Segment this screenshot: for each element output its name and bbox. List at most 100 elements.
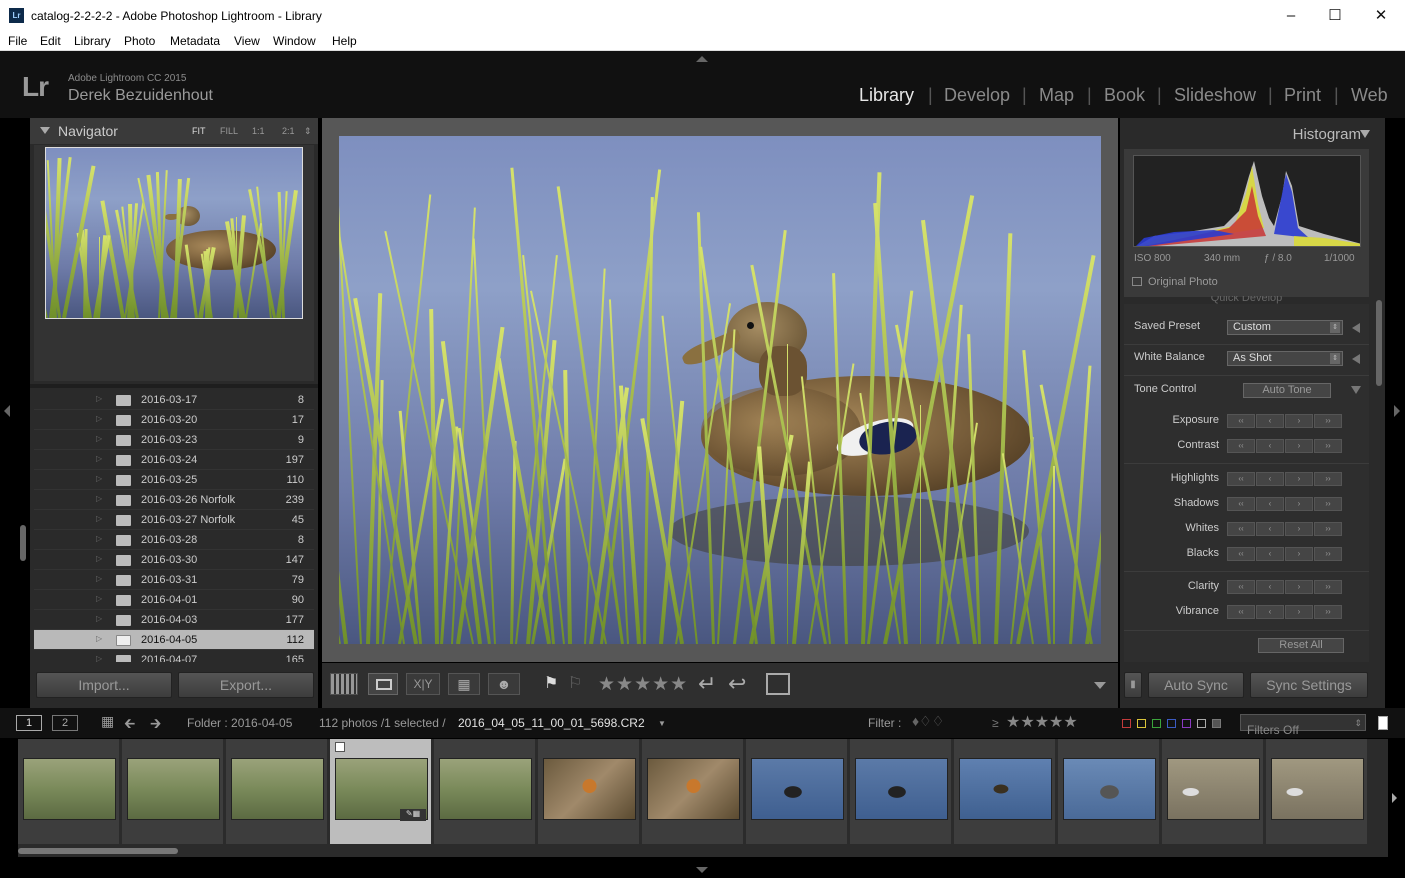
left-panel-toggle-icon[interactable] (4, 405, 10, 417)
menu-metadata[interactable]: Metadata (170, 34, 220, 48)
folder-expand-icon[interactable]: ▷ (96, 554, 102, 563)
filmstrip-cell[interactable] (1058, 739, 1160, 844)
color-label-blue-icon[interactable] (1167, 719, 1176, 728)
survey-view-icon[interactable]: ▦ (448, 673, 480, 695)
double-right-step-icon[interactable]: ›› (1314, 414, 1342, 428)
folder-row[interactable]: ▷ 2016-03-17 8 (34, 390, 314, 410)
compare-view-icon[interactable]: X|Y (406, 673, 440, 695)
folder-expand-icon[interactable]: ▷ (96, 594, 102, 603)
right-step-icon[interactable]: › (1285, 472, 1313, 486)
left-step-icon[interactable]: ‹ (1256, 547, 1284, 561)
double-right-step-icon[interactable]: ›› (1314, 547, 1342, 561)
original-photo-toggle[interactable]: Original Photo (1132, 276, 1218, 288)
histogram-graph[interactable] (1133, 155, 1361, 247)
folder-row[interactable]: ▷ 2016-04-01 90 (34, 590, 314, 610)
folder-expand-icon[interactable]: ▷ (96, 474, 102, 483)
filmstrip-thumbnail[interactable] (127, 758, 220, 820)
left-step-icon[interactable]: ‹ (1256, 580, 1284, 594)
folder-row[interactable]: ▷ 2016-04-05 112 (34, 630, 314, 650)
color-label-custom-icon[interactable] (1197, 719, 1206, 728)
filmstrip-cell[interactable] (642, 739, 744, 844)
reset-all-button[interactable]: Reset All (1258, 638, 1344, 653)
folder-expand-icon[interactable]: ▷ (96, 514, 102, 523)
filmstrip-thumbnail[interactable] (647, 758, 740, 820)
rating-operator[interactable]: ≥ (992, 716, 999, 730)
primary-display-button[interactable]: 1 (16, 715, 42, 731)
crop-overlay-icon[interactable] (766, 673, 790, 695)
main-photo[interactable] (339, 136, 1101, 644)
folder-row[interactable]: ▷ 2016-03-31 79 (34, 570, 314, 590)
filename-dropdown-icon[interactable]: ▼ (658, 719, 666, 728)
filmstrip-cell[interactable] (1266, 739, 1368, 844)
rating-filter-stars[interactable]: ★★★★★ (1006, 712, 1078, 732)
white-balance-select[interactable]: As Shot ⇕ (1227, 351, 1343, 366)
auto-sync-button[interactable]: Auto Sync (1148, 672, 1244, 698)
toolbar-options-icon[interactable] (1094, 682, 1106, 689)
saved-preset-select[interactable]: Custom ⇕ (1227, 320, 1343, 335)
flag-filter-icons[interactable]: ♦♢♢ (912, 713, 944, 730)
right-step-icon[interactable]: › (1285, 414, 1313, 428)
collapse-triangle-icon[interactable] (1351, 386, 1361, 394)
navigator-preview-image[interactable] (45, 147, 303, 319)
folder-expand-icon[interactable]: ▷ (96, 654, 102, 662)
color-label-purple-icon[interactable] (1182, 719, 1191, 728)
expand-triangle-icon[interactable] (1352, 354, 1360, 364)
menu-help[interactable]: Help (332, 34, 357, 48)
navigator-header[interactable]: Navigator FIT FILL 1:1 2:1 ⇕ (30, 118, 318, 144)
folder-row[interactable]: ▷ 2016-03-20 17 (34, 410, 314, 430)
filmstrip-thumbnail[interactable] (1063, 758, 1156, 820)
filmstrip-cell[interactable] (954, 739, 1056, 844)
source-folder-label[interactable]: Folder : 2016-04-05 (187, 716, 292, 730)
filmstrip-cell[interactable] (538, 739, 640, 844)
grid-view-icon[interactable] (330, 673, 358, 695)
histogram-header[interactable]: Histogram (1120, 118, 1385, 148)
filmstrip-cell[interactable] (434, 739, 536, 844)
left-step-icon[interactable]: ‹ (1256, 522, 1284, 536)
close-button[interactable]: ✕ (1358, 0, 1404, 31)
double-left-step-icon[interactable]: ‹‹ (1227, 414, 1255, 428)
left-step-icon[interactable]: ‹ (1256, 439, 1284, 453)
right-step-icon[interactable]: › (1285, 439, 1313, 453)
double-right-step-icon[interactable]: ›› (1314, 580, 1342, 594)
double-left-step-icon[interactable]: ‹‹ (1227, 605, 1255, 619)
import-button[interactable]: Import... (36, 672, 172, 698)
folder-expand-icon[interactable]: ▷ (96, 574, 102, 583)
double-right-step-icon[interactable]: ›› (1314, 522, 1342, 536)
filmstrip-thumbnail[interactable] (855, 758, 948, 820)
module-library[interactable]: Library (859, 85, 914, 106)
folder-row[interactable]: ▷ 2016-03-23 9 (34, 430, 314, 450)
color-label-red-icon[interactable] (1122, 719, 1131, 728)
grid-icon[interactable]: ▦ (101, 713, 114, 730)
double-left-step-icon[interactable]: ‹‹ (1227, 522, 1255, 536)
folder-expand-icon[interactable]: ▷ (96, 454, 102, 463)
double-right-step-icon[interactable]: ›› (1314, 497, 1342, 511)
filter-lock-icon[interactable] (1378, 716, 1388, 730)
menu-view[interactable]: View (234, 34, 260, 48)
flag-reject-icon[interactable]: ⚐ (568, 673, 582, 693)
filmstrip-cell[interactable] (850, 739, 952, 844)
color-label-yellow-icon[interactable] (1137, 719, 1146, 728)
menu-edit[interactable]: Edit (40, 34, 61, 48)
people-view-icon[interactable]: ☻ (488, 673, 520, 695)
left-step-icon[interactable]: ‹ (1256, 497, 1284, 511)
filmstrip-thumbnail[interactable] (543, 758, 636, 820)
folder-row[interactable]: ▷ 2016-03-24 197 (34, 450, 314, 470)
module-book[interactable]: Book (1104, 85, 1145, 106)
filmstrip-thumbnail[interactable] (23, 758, 116, 820)
expand-triangle-icon[interactable] (1352, 323, 1360, 333)
left-panel-scrollbar[interactable] (20, 525, 26, 561)
filter-preset-select[interactable]: Filters Off ⇕ (1240, 714, 1366, 737)
filmstrip-cell[interactable] (122, 739, 224, 844)
rotate-left-icon[interactable]: ↵ (698, 671, 716, 697)
filmstrip-scrollbar[interactable] (18, 848, 178, 854)
menu-window[interactable]: Window (273, 34, 316, 48)
right-step-icon[interactable]: › (1285, 497, 1313, 511)
bottom-panel-toggle-icon[interactable] (696, 867, 708, 873)
double-left-step-icon[interactable]: ‹‹ (1227, 547, 1255, 561)
left-step-icon[interactable]: ‹ (1256, 472, 1284, 486)
folder-expand-icon[interactable]: ▷ (96, 634, 102, 643)
color-label-none-icon[interactable] (1212, 719, 1221, 728)
folder-expand-icon[interactable]: ▷ (96, 614, 102, 623)
flag-pick-icon[interactable]: ⚑ (544, 673, 558, 693)
folder-expand-icon[interactable]: ▷ (96, 394, 102, 403)
